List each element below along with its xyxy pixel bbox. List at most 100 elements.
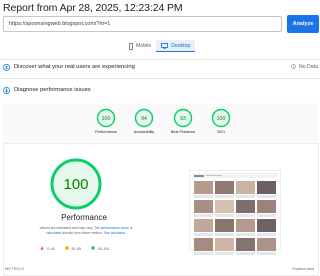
thumbnail-caption: [236, 214, 255, 217]
thumbnail-tile: [236, 181, 255, 198]
thumbnail-image: [257, 219, 276, 232]
thumbnail-image: [257, 200, 276, 213]
gauge-label: Performance: [95, 130, 117, 134]
thumbnail-caption: [236, 233, 255, 236]
thumbnail-header: [192, 173, 278, 178]
thumbnail-image: [236, 200, 255, 213]
thumbnail-caption: [257, 214, 276, 217]
metrics-heading: METRICS: [5, 267, 25, 271]
thumbnail-image: [236, 238, 255, 251]
legend-range: 0–49: [47, 246, 55, 251]
gauge-performance[interactable]: 100 Performance: [90, 108, 122, 134]
analyze-button[interactable]: Analyze: [287, 15, 319, 33]
legend-range: 90–100: [97, 246, 110, 251]
thumbnail-nav: [206, 174, 222, 177]
thumbnail-grid: [192, 180, 278, 256]
thumbnail-caption: [194, 233, 213, 236]
legend-item-pass: 90–100: [91, 246, 109, 251]
gauge-label: Best Practices: [170, 130, 196, 134]
no-data-label: No Data: [298, 64, 318, 70]
info-icon: [291, 63, 296, 71]
thumbnail-caption: [215, 252, 234, 255]
score-value: 94: [141, 116, 147, 122]
thumbnail-tile: [257, 181, 276, 198]
thumbnail-image: [194, 238, 213, 251]
expand-view-toggle[interactable]: Expand view: [292, 267, 314, 271]
circle-icon: [91, 246, 95, 251]
thumbnail-tile: [194, 181, 213, 198]
tab-desktop[interactable]: Desktop: [156, 40, 196, 52]
performance-card: 100 Performance Values are estimated and…: [3, 143, 319, 276]
thumbnail-caption: [215, 214, 234, 217]
thumbnail-caption: [236, 252, 255, 255]
thumbnail-caption: [215, 195, 234, 198]
thumbnail-caption: [194, 195, 213, 198]
mobile-icon: [129, 42, 133, 50]
thumbnail-caption: [257, 252, 276, 255]
thumbnail-tile: [215, 181, 234, 198]
diagnose-section[interactable]: Diagnose performance issues: [0, 83, 320, 97]
desc-text: Values are estimated and may vary. The: [39, 226, 101, 230]
tab-mobile-label: Mobile: [136, 43, 152, 49]
thumbnail-logo: [194, 174, 204, 177]
thumbnail-tile: [257, 200, 276, 217]
url-input[interactable]: https://spoonsingweb.blogspot.com/?m=1: [3, 16, 282, 32]
thumbnail-tile: [236, 219, 255, 236]
legend-item-fail: 0–49: [40, 246, 55, 251]
gauge-label: Accessibility: [133, 130, 155, 134]
report-title: Report from Apr 28, 2025, 12:23:24 PM: [3, 2, 183, 14]
thumbnail-image: [257, 181, 276, 194]
thumbnail-image: [215, 238, 234, 251]
thumbnail-image: [236, 181, 255, 194]
thumbnail-caption: [257, 195, 276, 198]
gauge-accessibility[interactable]: 94 Accessibility: [128, 108, 160, 134]
thumbnail-caption: [194, 214, 213, 217]
thumbnail-tile: [236, 200, 255, 217]
device-tabs: Mobile Desktop: [124, 40, 196, 52]
gauge-label: SEO: [216, 130, 226, 134]
lighthouse-panel: 100 Performance 94 Accessibility 93 Best…: [3, 103, 319, 276]
no-data-status: No Data: [291, 63, 318, 71]
desc-text: directly from these metrics.: [61, 231, 104, 235]
legend-item-average: 50–89: [64, 246, 81, 251]
thumbnail-image: [236, 219, 255, 232]
page-screenshot-thumbnail: [189, 170, 281, 255]
desktop-icon: [161, 42, 169, 49]
thumbnail-tile: [194, 219, 213, 236]
thumbnail-caption: [236, 195, 255, 198]
legend-range: 50–89: [71, 246, 81, 251]
score-gauges: 100 Performance 94 Accessibility 93 Best…: [90, 108, 240, 140]
thumbnail-image: [215, 219, 234, 232]
calculator-link[interactable]: See calculator.: [104, 231, 126, 235]
thumbnail-tile: [215, 238, 234, 255]
thumbnail-image: [215, 181, 234, 194]
divider: [0, 78, 320, 79]
thumbnail-tile: [194, 200, 213, 217]
tab-mobile[interactable]: Mobile: [124, 40, 156, 52]
thumbnail-image: [194, 181, 213, 194]
tab-desktop-label: Desktop: [171, 42, 191, 49]
thumbnail-caption: [257, 233, 276, 236]
thumbnail-image: [215, 200, 234, 213]
thumbnail-tile: [215, 219, 234, 236]
thumbnail-image: [194, 219, 213, 232]
gauge-seo[interactable]: 100 SEO: [205, 108, 237, 134]
thumbnail-image: [194, 200, 213, 213]
field-data-label: Discover what your real users are experi…: [14, 64, 135, 70]
diagnose-label: Diagnose performance issues: [14, 87, 91, 93]
field-data-section[interactable]: Discover what your real users are experi…: [0, 60, 320, 74]
performance-score: 100: [63, 176, 88, 193]
score-legend: 0–49 50–89 90–100: [40, 246, 109, 251]
people-icon: [3, 58, 10, 76]
performance-description: Values are estimated and may vary. The p…: [34, 226, 138, 236]
performance-title: Performance: [61, 213, 107, 222]
thumbnail-tile: [215, 200, 234, 217]
thumbnail-tile: [257, 238, 276, 255]
triangle-icon: [40, 246, 44, 251]
thumbnail-caption: [215, 233, 234, 236]
gauge-best-practices[interactable]: 93 Best Practices: [167, 108, 199, 134]
score-value: 100: [102, 116, 111, 122]
score-value: 100: [217, 116, 226, 122]
thumbnail-image: [257, 238, 276, 251]
score-value: 93: [180, 116, 186, 122]
